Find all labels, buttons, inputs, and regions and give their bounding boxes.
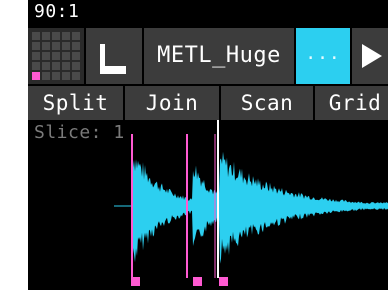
grid-button[interactable] [28,28,84,84]
toolbar: METL_Huge ... [28,28,388,84]
join-button[interactable]: Join [125,86,219,120]
scan-button[interactable]: Scan [221,86,313,120]
slice-label: Slice: 1 [34,122,125,143]
waveform-area[interactable]: Slice: 1 [28,120,388,290]
grid-snap-button[interactable]: Grid [315,86,388,120]
waveform [132,151,388,264]
sample-name-field[interactable]: METL_Huge [144,28,294,84]
grid-icon [32,32,80,80]
one-shot-icon [100,44,126,74]
page-title: 90:1 [34,1,80,22]
action-row: Split Join Scan Grid [28,86,388,120]
waveform-canvas[interactable] [28,120,388,290]
device-screen: 90:1 METL_Huge ... Split Join Scan Grid … [28,0,388,290]
play-button[interactable] [352,28,388,84]
slice-handle-2 [193,277,202,286]
split-button[interactable]: Split [28,86,123,120]
slice-handle-3 [219,277,228,286]
slice-handle-1 [131,277,140,286]
play-icon [362,44,382,68]
title-bar: 90:1 [28,0,388,26]
playback-mode-button[interactable] [86,28,142,84]
more-button[interactable]: ... [296,28,350,84]
